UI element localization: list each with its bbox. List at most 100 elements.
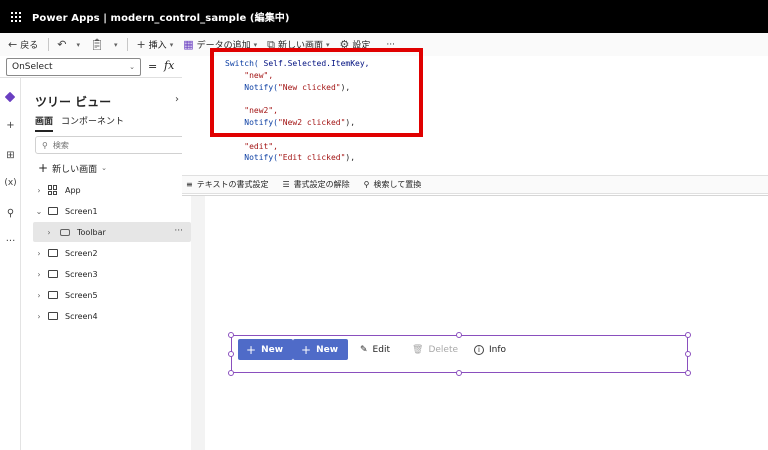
search-icon: ⚲ [42, 140, 48, 150]
remove-format-icon: ☰ [282, 180, 290, 189]
code-token: ), [345, 117, 356, 127]
tree-item-app[interactable]: › App [33, 180, 191, 200]
chevron-down-icon: ▾ [169, 40, 174, 49]
undo-icon: ↶ [57, 38, 67, 51]
command-bar: ← 戻る ↶ ▾ 📋︎ ▾ + 挿入 ▾ ▦ データの追加 ▾ ⧉ 新しい画面 … [0, 33, 768, 56]
variables-icon[interactable]: (x) [0, 178, 21, 188]
chevron-right-icon[interactable]: › [33, 270, 45, 279]
insert-icon[interactable]: + [0, 120, 21, 131]
tree-view-panel: ツリー ビュー › 画面 コンポーネント ⚲ 検索 + 新しい画面 ⌄ › Ap… [21, 78, 191, 450]
chevron-right-icon[interactable]: › [33, 186, 45, 195]
search-input[interactable]: ⚲ 検索 [35, 136, 191, 154]
tree-item-screen2[interactable]: › Screen2 [33, 243, 191, 263]
chevron-down-icon: ▾ [253, 40, 258, 49]
more-commands-button[interactable]: ··· [386, 40, 395, 50]
app-launcher-icon[interactable] [0, 0, 32, 33]
data-icon[interactable]: ⊞ [0, 150, 21, 161]
toolbar-new-button[interactable]: + New [238, 339, 294, 360]
plus-icon: + [136, 38, 146, 51]
toolbar-icon [60, 228, 70, 236]
paste-button[interactable]: 📋︎ [90, 38, 104, 51]
tab-screens[interactable]: 画面 [35, 114, 54, 132]
tree-item-screen3[interactable]: › Screen3 [33, 264, 191, 284]
clipboard-icon: 📋︎ [89, 38, 104, 51]
chevron-right-icon[interactable]: › [33, 291, 45, 300]
chevron-down-icon: ▾ [326, 40, 330, 49]
undo-button[interactable]: ↶ [57, 38, 66, 51]
paste-menu-button[interactable]: ▾ [114, 41, 118, 49]
new-screen-button[interactable]: ⧉ 新しい画面 ▾ [267, 38, 329, 52]
formula-format-bar: ≡ テキストの書式設定 ☰ 書式設定の解除 ⚲ 検索して置換 [182, 175, 768, 194]
toolbar-delete-button: 🗑︎ Delete [412, 344, 459, 355]
chevron-down-icon[interactable]: ⌄ [33, 207, 45, 216]
chevron-right-icon[interactable]: › [33, 249, 45, 258]
collapse-icon[interactable]: › [175, 94, 179, 105]
code-token: "New clicked" [277, 82, 341, 92]
code-token: Notify( [244, 117, 278, 127]
screen-icon [48, 207, 58, 215]
more-icon[interactable]: ··· [0, 236, 21, 247]
resize-handle[interactable] [228, 332, 234, 338]
screen-icon [48, 249, 58, 257]
settings-button[interactable]: ⚙ 設定 [340, 38, 371, 51]
app-title: Power Apps | modern_control_sample (編集中) [32, 13, 290, 24]
new-screen-link[interactable]: + 新しい画面 ⌄ [38, 161, 107, 175]
code-token: "new", [225, 70, 274, 80]
tree-item-toolbar[interactable]: › Toolbar ··· [33, 222, 191, 242]
add-data-button[interactable]: ▦ データの追加 ▾ [183, 38, 257, 51]
resize-handle[interactable] [456, 332, 462, 338]
chevron-right-icon[interactable]: › [43, 228, 55, 237]
property-dropdown[interactable]: OnSelect ⌄ [6, 58, 141, 76]
code-line: "new", [225, 70, 370, 82]
code-line: Notify("New2 clicked"), [225, 117, 370, 129]
format-text-button[interactable]: ≡ テキストの書式設定 [186, 179, 268, 190]
code-line: Switch( Self.Selected.ItemKey, [225, 58, 370, 70]
tree-item-screen5[interactable]: › Screen5 [33, 285, 191, 305]
tree-view-icon[interactable] [4, 91, 16, 103]
trash-icon: 🗑︎ [412, 344, 424, 355]
resize-handle[interactable] [228, 351, 234, 357]
code-token: "New2 clicked" [277, 117, 346, 127]
equals-sign: = [148, 60, 158, 73]
resize-handle[interactable] [685, 351, 691, 357]
toolbar-edit-button[interactable]: ✎ Edit [360, 339, 390, 360]
tree-item-screen1[interactable]: ⌄ Screen1 [33, 201, 191, 221]
fx-icon[interactable]: fx [164, 59, 174, 72]
resize-handle[interactable] [685, 370, 691, 376]
chevron-right-icon[interactable]: › [33, 312, 45, 321]
resize-handle[interactable] [228, 370, 234, 376]
tab-components[interactable]: コンポーネント [61, 114, 124, 132]
search-icon: ⚲ [363, 180, 370, 189]
code-token: "new2", [225, 106, 278, 116]
chevron-down-icon: ▾ [76, 40, 80, 49]
pencil-icon: ✎ [360, 344, 368, 355]
toolbar-info-button[interactable]: i Info [474, 339, 506, 360]
code-line: "edit", [225, 141, 370, 153]
resize-handle[interactable] [685, 332, 691, 338]
tree-item-screen4[interactable]: › Screen4 [33, 306, 191, 326]
code-token: ), [345, 153, 356, 163]
find-replace-button[interactable]: ⚲ 検索して置換 [364, 179, 422, 190]
remove-format-button[interactable]: ☰ 書式設定の解除 [282, 179, 349, 190]
toolbar-new2-button[interactable]: + New [293, 339, 349, 360]
resize-handle[interactable] [456, 370, 462, 376]
back-button[interactable]: ← 戻る [8, 38, 38, 51]
panel-title: ツリー ビュー [35, 95, 112, 109]
screen-canvas[interactable] [205, 195, 768, 450]
screen-icon [48, 312, 58, 320]
format-lines-icon: ≡ [186, 180, 193, 189]
search-icon[interactable]: ⚲ [0, 208, 21, 219]
code-line: Notify("Edit clicked"), [225, 152, 370, 164]
gear-icon: ⚙ [339, 38, 350, 51]
code-token: Self.Selected.ItemKey, [263, 59, 370, 68]
arrow-left-icon: ← [8, 38, 18, 51]
divider [48, 38, 50, 51]
database-icon: ▦ [183, 38, 194, 51]
undo-menu-button[interactable]: ▾ [76, 41, 80, 49]
formula-code[interactable]: Switch( Self.Selected.ItemKey, "new", No… [225, 58, 370, 164]
left-rail: + ⊞ (x) ⚲ ··· [0, 78, 21, 450]
insert-button[interactable]: + 挿入 ▾ [136, 38, 173, 51]
more-options-icon[interactable]: ··· [174, 226, 183, 236]
